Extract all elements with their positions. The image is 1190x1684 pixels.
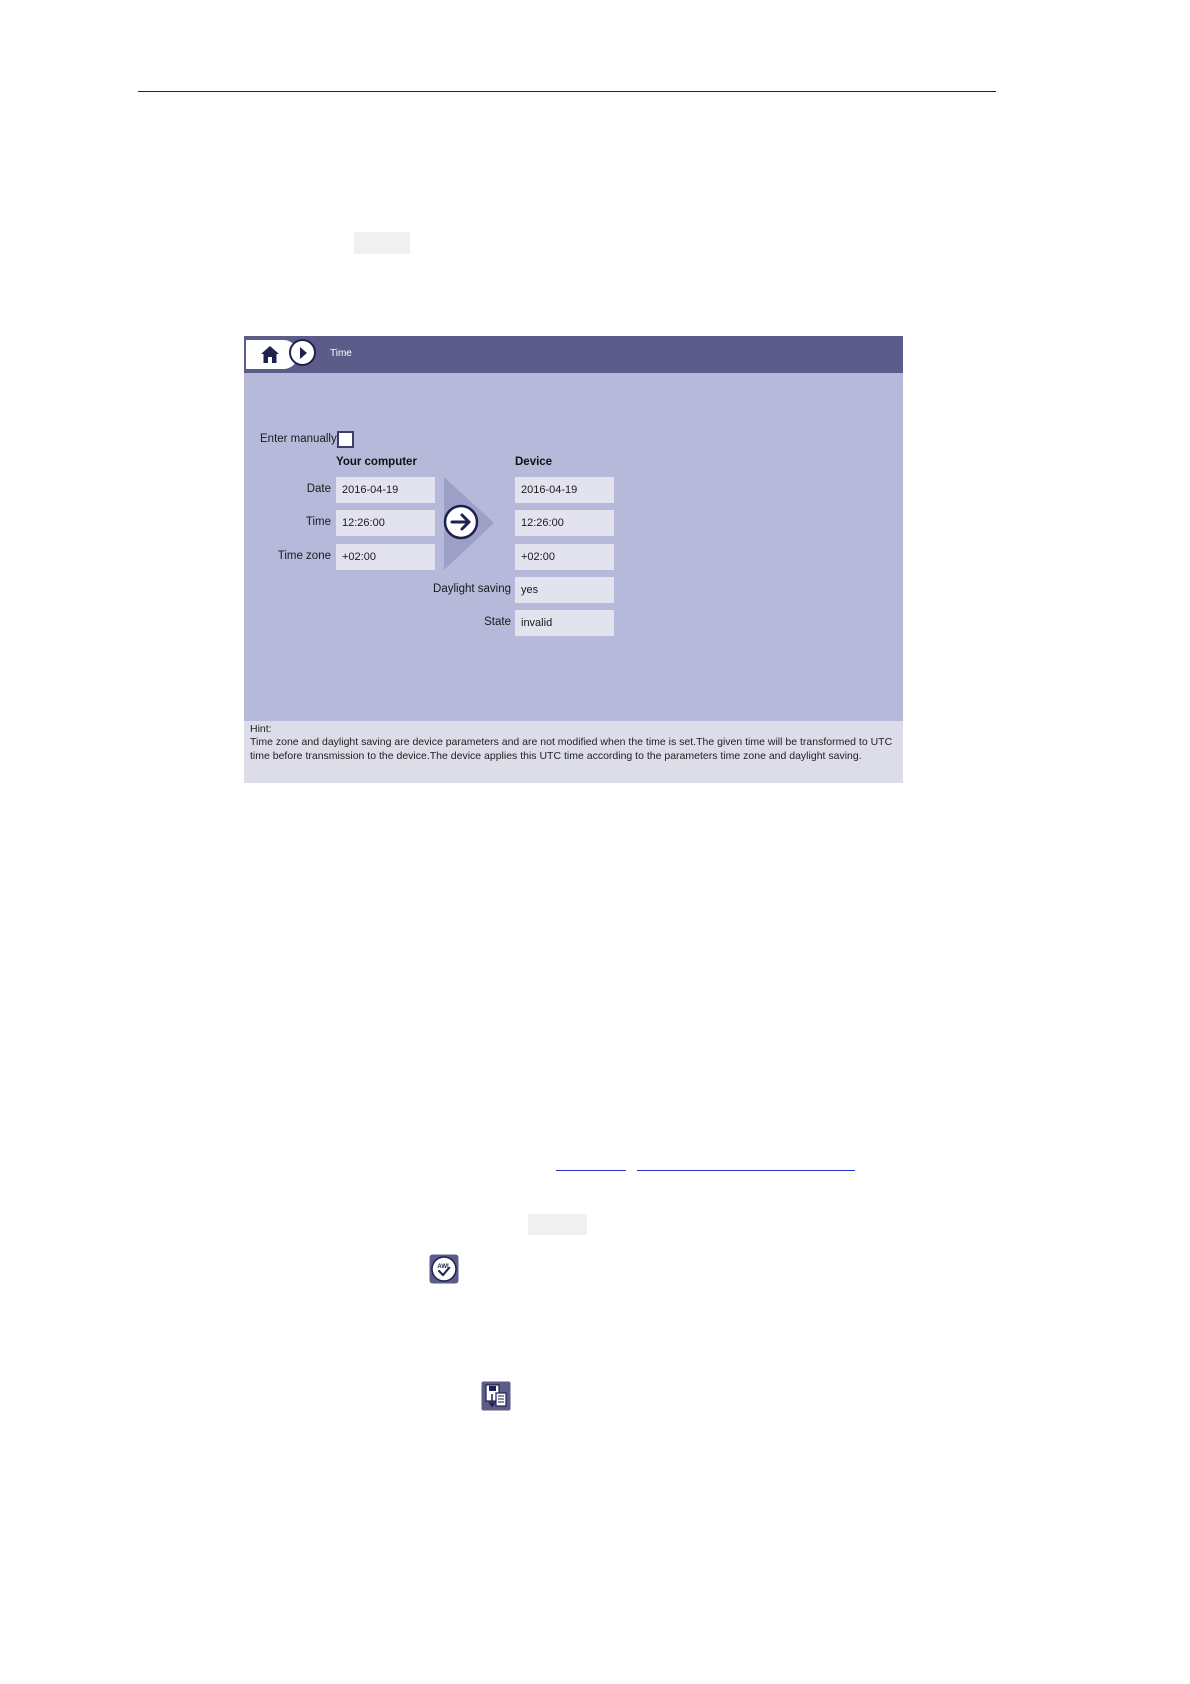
link-underline[interactable] (637, 1170, 855, 1171)
device-timezone-field: +02:00 (515, 544, 614, 570)
title-bar: Time (244, 336, 903, 373)
date-label: Date (306, 483, 331, 495)
hint-label: Hint: (250, 723, 272, 735)
hint-area: Hint: Time zone and daylight saving are … (244, 721, 903, 783)
device-column-header: Device (515, 456, 553, 468)
enter-manually-checkbox[interactable] (337, 431, 354, 448)
breadcrumb-next-button[interactable] (289, 339, 316, 366)
hint-text: Time zone and daylight saving are device… (250, 736, 893, 762)
daylight-saving-label: Daylight saving (433, 583, 511, 595)
computer-timezone-field: +02:00 (336, 544, 435, 570)
time-screen: Time Enter manually Your computer Device… (244, 336, 903, 783)
timezone-label: Time zone (277, 550, 331, 562)
screen-title: Time (330, 348, 352, 359)
home-icon (261, 346, 279, 363)
state-label: State (484, 616, 511, 628)
computer-date-field: 2016-04-19 (336, 477, 435, 503)
awl-check-icon: AWL (429, 1254, 459, 1284)
link-underline[interactable] (556, 1170, 626, 1171)
inline-ui-placeholder (528, 1214, 587, 1235)
time-label: Time (305, 516, 331, 528)
chevron-right-icon (300, 347, 307, 359)
header-rule (138, 91, 996, 92)
computer-column-header: Your computer (336, 456, 417, 468)
enter-manually-label: Enter manually (260, 433, 337, 445)
device-date-field: 2016-04-19 (515, 477, 614, 503)
device-daylight-field: yes (515, 577, 614, 603)
arrow-right-circle-icon[interactable] (443, 504, 479, 540)
device-state-field: invalid (515, 610, 614, 636)
inline-ui-placeholder (354, 232, 410, 254)
computer-time-field: 12:26:00 (336, 510, 435, 536)
device-time-field: 12:26:00 (515, 510, 614, 536)
save-download-icon (481, 1381, 511, 1411)
